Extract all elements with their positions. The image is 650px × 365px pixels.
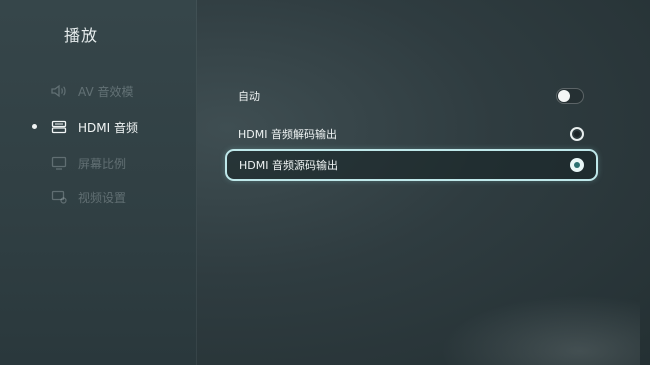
- radio-dot: [574, 162, 580, 168]
- sidebar-item-hdmi-audio[interactable]: HDMI 音频: [50, 116, 138, 138]
- sidebar-item-label: 屏幕比例: [78, 156, 127, 171]
- hdmi-source-output-label: HDMI 音频源码输出: [239, 159, 338, 172]
- speaker-icon: [50, 83, 68, 99]
- sidebar: 播放 AV 音效模 HDMI 音频 屏幕比例 视频设置: [0, 0, 197, 365]
- hdmi-source-output-row[interactable]: HDMI 音频源码输出: [225, 149, 598, 181]
- display-settings-icon: [50, 189, 68, 205]
- auto-option-label: 自动: [238, 90, 260, 103]
- hdmi-decode-output-row[interactable]: HDMI 音频解码输出: [226, 120, 596, 148]
- sidebar-item-av-audio[interactable]: AV 音效模: [50, 80, 133, 102]
- auto-option-row[interactable]: 自动: [226, 82, 596, 110]
- page-title: 播放: [64, 26, 99, 45]
- radio-dot: [574, 131, 580, 137]
- hdmi-decode-radio[interactable]: [570, 127, 584, 141]
- toggle-knob: [558, 90, 570, 102]
- active-indicator-dot: [32, 124, 37, 129]
- hdmi-icon: [50, 119, 68, 135]
- auto-toggle[interactable]: [556, 88, 584, 104]
- sidebar-item-screen-ratio[interactable]: 屏幕比例: [50, 152, 126, 174]
- hdmi-decode-output-label: HDMI 音频解码输出: [238, 128, 337, 141]
- sidebar-item-label: HDMI 音频: [78, 120, 138, 135]
- settings-screen: 播放 AV 音效模 HDMI 音频 屏幕比例 视频设置 自动 HDMI 音频解码…: [0, 0, 650, 365]
- hdmi-source-radio[interactable]: [570, 158, 584, 172]
- sidebar-item-video-settings[interactable]: 视频设置: [50, 186, 126, 208]
- sidebar-item-label: AV 音效模: [78, 84, 134, 99]
- sidebar-item-label: 视频设置: [78, 190, 127, 205]
- background-mist: [440, 295, 640, 365]
- monitor-icon: [50, 155, 68, 171]
